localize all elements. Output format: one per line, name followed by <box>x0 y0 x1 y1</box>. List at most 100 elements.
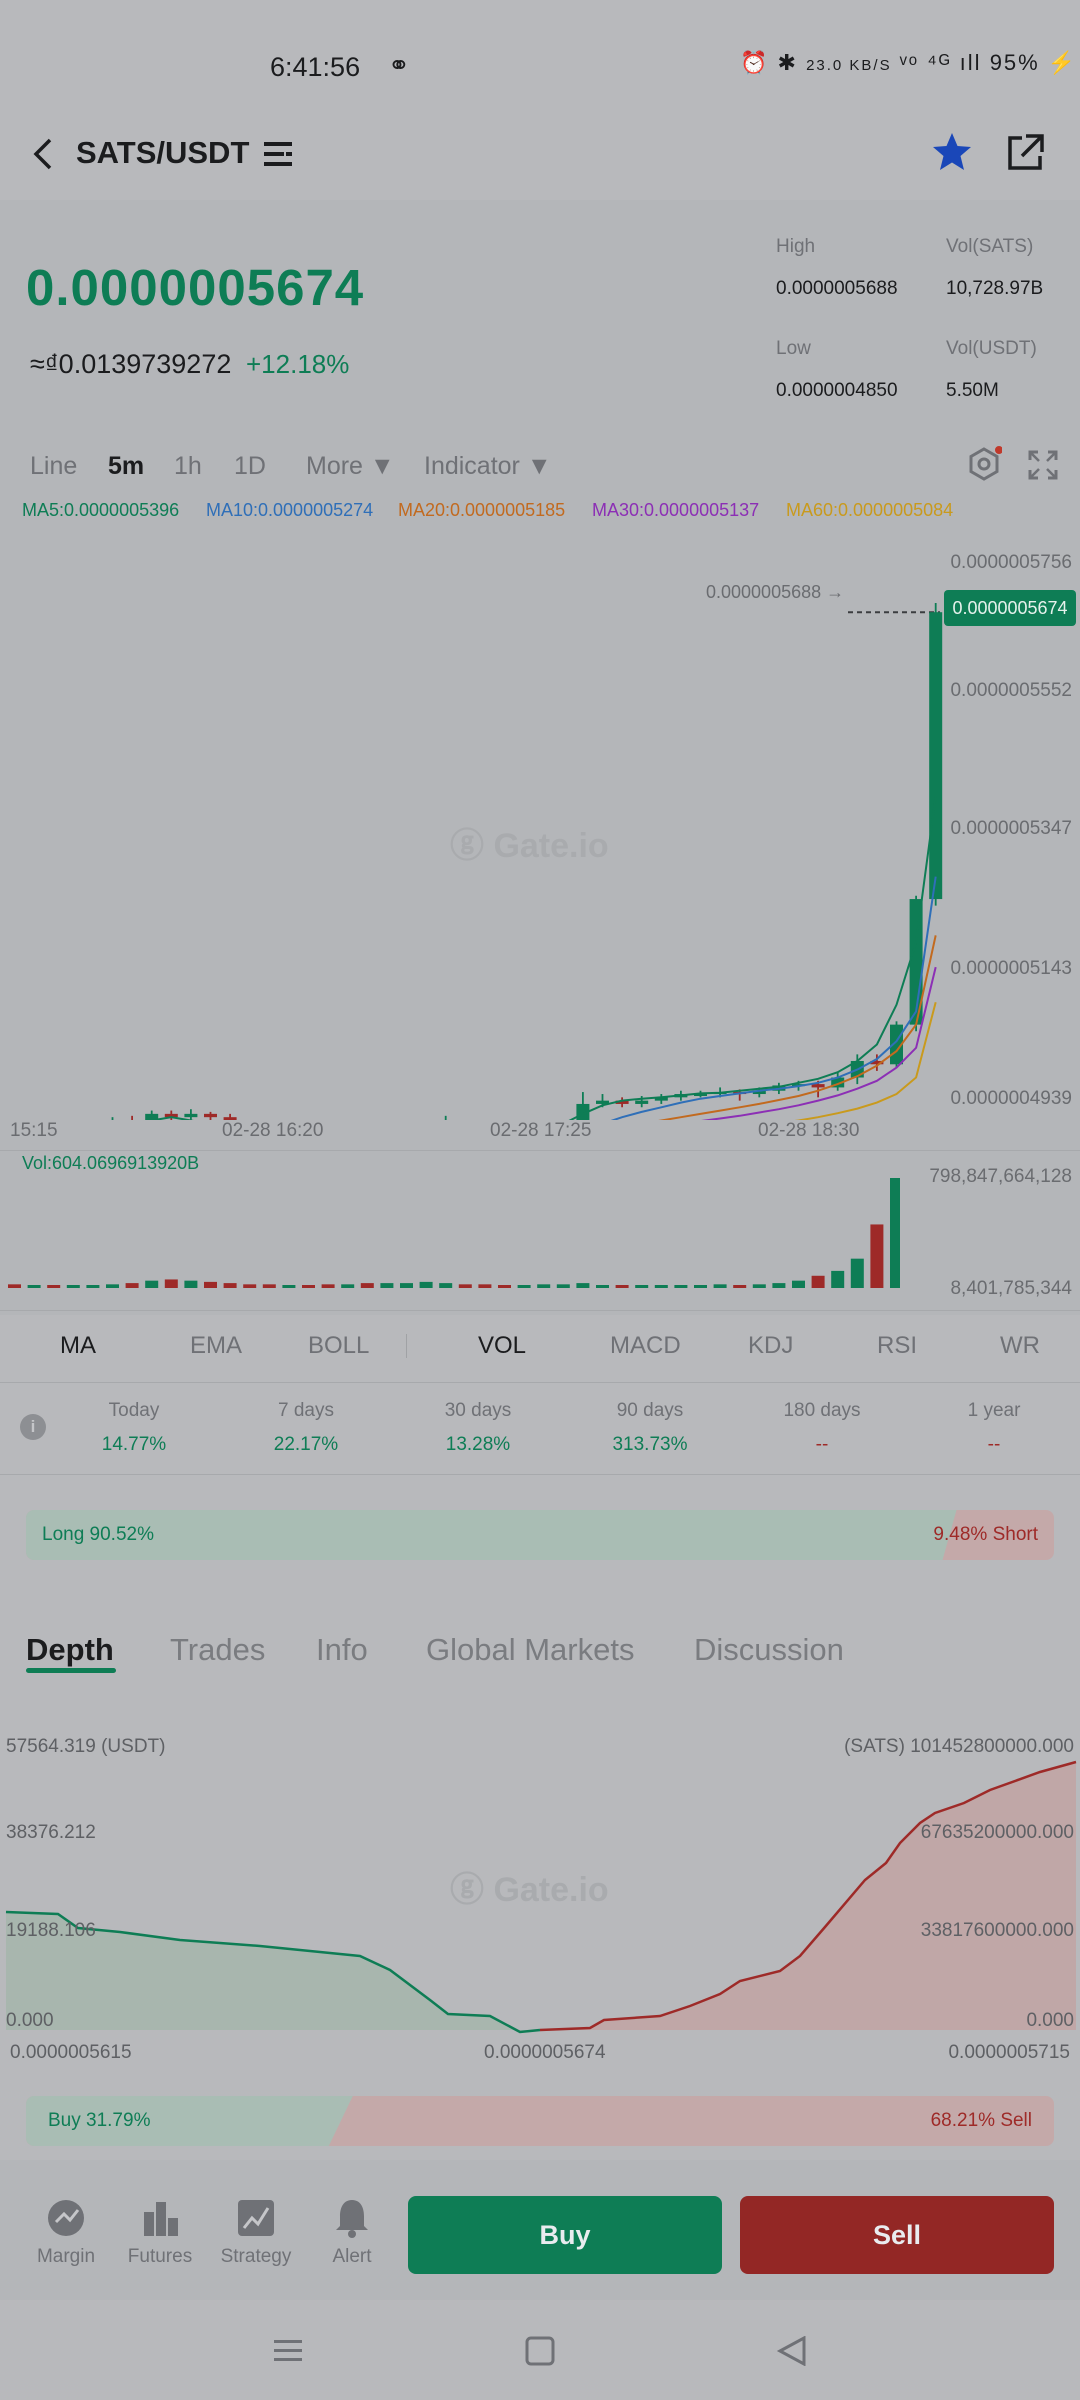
chart-settings-button[interactable] <box>966 446 1003 482</box>
volume-bar <box>674 1285 688 1288</box>
divider <box>0 1382 1080 1383</box>
tab-5m[interactable]: 5m <box>108 452 144 481</box>
x-tick: 02-28 18:30 <box>758 1120 860 1141</box>
volume-bar <box>811 1275 825 1288</box>
volume-bar <box>164 1279 178 1288</box>
menu-icon <box>274 2340 302 2361</box>
nav-home-button[interactable] <box>522 2336 558 2366</box>
volume-bar <box>890 1178 900 1288</box>
tab-1d[interactable]: 1D <box>234 452 266 481</box>
volume-bar <box>47 1285 61 1288</box>
futures-label: Futures <box>127 2246 193 2267</box>
indicator-ma[interactable]: MA <box>60 1332 96 1360</box>
volume-bar <box>498 1285 511 1288</box>
low-label: Low <box>776 338 811 359</box>
pair-title[interactable]: SATS/USDT <box>76 135 249 171</box>
tab-trades[interactable]: Trades <box>170 1632 265 1668</box>
depth-left-top: 57564.319 (USDT) <box>6 1736 166 1757</box>
perf-value: -- <box>815 1434 829 1455</box>
volume-bar <box>478 1284 492 1288</box>
volume-bar <box>302 1285 315 1288</box>
indicator-ema[interactable]: EMA <box>190 1332 242 1360</box>
indicator-wr[interactable]: WR <box>1000 1332 1040 1360</box>
y-tick: 0.0000005552 <box>950 680 1072 701</box>
active-tab-indicator <box>26 1668 116 1673</box>
share-button[interactable] <box>1004 132 1046 174</box>
candle-body <box>929 612 943 900</box>
pair-menu-button[interactable] <box>262 138 294 170</box>
candle-body <box>184 1113 198 1118</box>
depth-left-low: 19188.106 <box>6 1920 96 1941</box>
tab-line[interactable]: Line <box>30 452 77 481</box>
volume-bar <box>576 1283 590 1288</box>
volume-bar <box>243 1284 257 1288</box>
divider <box>0 1150 1080 1151</box>
depth-x-left: 0.0000005615 <box>10 2042 132 2063</box>
indicator-vol[interactable]: VOL <box>478 1332 526 1360</box>
tab-discussion[interactable]: Discussion <box>694 1632 844 1668</box>
volume-bar <box>654 1285 668 1288</box>
vol-sats-label: Vol(SATS) <box>946 236 1034 257</box>
chevron-left-icon <box>33 138 52 170</box>
volume-bar <box>204 1281 217 1288</box>
volume-bar <box>321 1284 335 1288</box>
perf-label: 180 days <box>783 1400 861 1421</box>
y-tick: 0.0000004939 <box>950 1088 1072 1109</box>
margin-button[interactable]: Margin <box>16 2196 116 2268</box>
volume-bar <box>517 1285 531 1288</box>
indicator-macd[interactable]: MACD <box>610 1332 681 1360</box>
perf-value: 22.17% <box>273 1434 339 1455</box>
perf-value: 14.77% <box>101 1434 167 1455</box>
volume-bar <box>145 1280 159 1288</box>
futures-button[interactable]: Futures <box>110 2196 210 2268</box>
candle-body <box>204 1113 217 1118</box>
volume-bar <box>125 1283 139 1288</box>
volume-bar <box>615 1285 629 1288</box>
alert-button[interactable]: Alert <box>302 2196 402 2268</box>
tab-info[interactable]: Info <box>316 1632 368 1668</box>
strategy-button[interactable]: Strategy <box>206 2196 306 2268</box>
indicator-rsi[interactable]: RSI <box>877 1332 917 1360</box>
sell-button[interactable]: Sell <box>740 2196 1054 2274</box>
perf-label: Today <box>108 1400 160 1421</box>
volume-bar <box>380 1283 394 1288</box>
long-ratio: Long 90.52% <box>42 1524 154 1545</box>
info-icon[interactable]: i <box>20 1414 46 1440</box>
expand-icon <box>1028 450 1058 480</box>
divider <box>0 1310 1080 1311</box>
ma20-legend: MA20:0.0000005185 <box>398 500 566 520</box>
volume-bar <box>458 1284 472 1288</box>
vol-usdt-label: Vol(USDT) <box>946 338 1037 359</box>
volume-bar <box>831 1270 845 1288</box>
tab-1h[interactable]: 1h <box>174 452 202 481</box>
indicator-kdj[interactable]: KDJ <box>748 1332 793 1360</box>
favorite-button[interactable] <box>930 130 974 174</box>
last-price-tag: 0.0000005674 <box>944 590 1076 626</box>
perf-label: 90 days <box>616 1400 684 1421</box>
volume-bar <box>635 1285 649 1288</box>
buy-button[interactable]: Buy <box>408 2196 722 2274</box>
fullscreen-button[interactable] <box>1026 448 1060 482</box>
tab-depth[interactable]: Depth <box>26 1632 114 1668</box>
volume-bar <box>184 1280 198 1288</box>
indicator-boll[interactable]: BOLL <box>308 1332 369 1360</box>
tab-global-markets[interactable]: Global Markets <box>426 1632 634 1668</box>
candle-body <box>635 1100 649 1104</box>
alert-label: Alert <box>332 2246 372 2267</box>
perf-label: 7 days <box>278 1400 334 1421</box>
nav-back-button[interactable] <box>774 2335 810 2367</box>
tab-indicator[interactable]: Indicator ▼ <box>424 452 552 481</box>
nav-menu-button[interactable] <box>270 2336 306 2366</box>
y-tick: 0.0000005143 <box>950 958 1072 979</box>
watermark: ⓖ Gate.io <box>450 1871 609 1909</box>
tab-more[interactable]: More ▼ <box>306 452 395 481</box>
depth-right-top: (SATS) 101452800000.000 <box>844 1736 1074 1757</box>
vol-max: 798,847,664,128 <box>929 1166 1072 1187</box>
status-icons: ⏰ ✱ 23.0 KB/S ᵛᵒ ⁴ᴳ ıll 95% ⚡ <box>740 50 1078 75</box>
back-button[interactable] <box>24 134 64 174</box>
y-tick: 0.0000005756 <box>950 552 1072 573</box>
volume-bar <box>439 1283 453 1288</box>
hotspot-icon: ⚭ <box>388 50 410 80</box>
divider <box>0 1474 1080 1475</box>
volume-bar <box>537 1284 551 1288</box>
